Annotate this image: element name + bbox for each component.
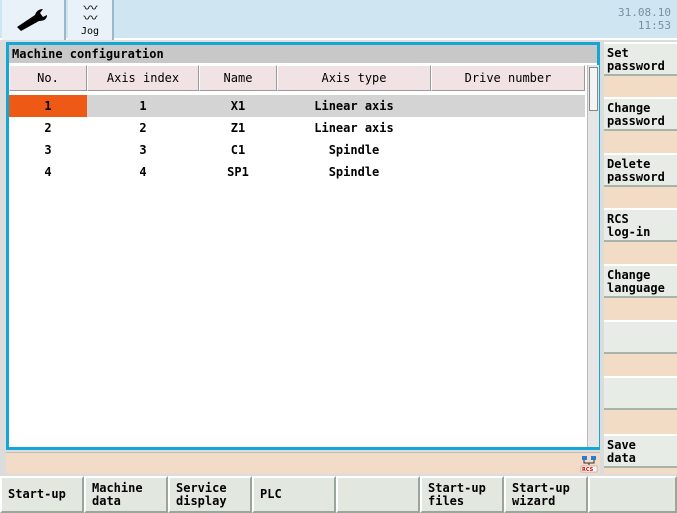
vertical-softkey-bar: Set password Change password Delete pass… — [604, 42, 677, 474]
column-header-name: Name — [199, 65, 277, 91]
machine-data-softkey[interactable]: Machine data — [84, 476, 168, 513]
cell-drive-number[interactable] — [431, 95, 585, 117]
scrollbar-thumb[interactable] — [589, 67, 598, 111]
cell-axis-index: 1 — [139, 99, 147, 113]
table-header: No. Axis index Name Axis type Drive numb… — [9, 65, 585, 91]
cell-axis-index: 4 — [139, 165, 147, 179]
delete-password-softkey[interactable]: Delete password — [604, 153, 677, 187]
vertical-scrollbar[interactable] — [587, 65, 599, 447]
softkey-label-line2: password — [607, 59, 665, 73]
empty-softkey-7[interactable] — [604, 376, 677, 410]
cell-axis-type: Spindle — [328, 165, 380, 179]
column-header-axis-index: Axis index — [87, 65, 199, 91]
plc-softkey[interactable]: PLC — [252, 476, 336, 513]
cell-no: 4 — [44, 165, 52, 179]
wrench-icon — [17, 9, 47, 31]
empty-horizontal-softkey[interactable] — [336, 476, 420, 513]
jog-mode-button[interactable]: 〰〰 Jog — [68, 0, 114, 40]
set-password-softkey[interactable]: Set password — [604, 42, 677, 76]
cell-axis-type: Linear axis — [314, 121, 394, 135]
service-display-softkey[interactable]: Service display — [168, 476, 252, 513]
jog-mode-label: Jog — [80, 25, 100, 37]
softkey-label-line2: password — [607, 114, 665, 128]
column-header-no: No. — [9, 65, 87, 91]
empty-softkey-6[interactable] — [604, 320, 677, 354]
top-bar: 〰〰 Jog 31.08.10 11:53 — [0, 0, 677, 40]
cell-axis-type: Linear axis — [314, 99, 394, 113]
softkey-label-line2: data — [607, 451, 636, 465]
cell-no: 1 — [9, 95, 87, 117]
table-row[interactable]: 3 3 C1 Spindle — [9, 139, 585, 161]
table-row[interactable]: 4 4 SP1 Spindle — [9, 161, 585, 183]
svg-text:RCS: RCS — [582, 467, 594, 473]
panel-title: Machine configuration — [9, 45, 597, 63]
cell-name: X1 — [230, 99, 246, 113]
softkey-label-line2: password — [607, 170, 665, 184]
save-data-softkey[interactable]: Save data — [604, 434, 677, 468]
jog-wave-icon: 〰〰 — [83, 0, 98, 27]
time-text: 11:53 — [637, 19, 671, 32]
date-text: 31.08.10 — [618, 6, 671, 19]
empty-horizontal-softkey-last[interactable] — [588, 476, 677, 513]
rcs-log-in-softkey[interactable]: RCS log-in — [604, 208, 677, 242]
column-header-axis-type: Axis type — [277, 65, 431, 91]
table-row[interactable]: 2 2 Z1 Linear axis — [9, 117, 585, 139]
softkey-label-line2: language — [607, 281, 665, 295]
cell-name: Z1 — [230, 121, 246, 135]
datetime: 31.08.10 11:53 — [618, 6, 671, 32]
table-row[interactable]: 1 1 X1 Linear axis — [9, 95, 585, 117]
column-header-drive-number: Drive number — [431, 65, 585, 91]
rcs-network-icon: RCS — [580, 456, 598, 473]
start-up-softkey[interactable]: Start-up — [0, 476, 84, 513]
cell-drive-number[interactable] — [431, 161, 585, 183]
cell-no: 3 — [44, 143, 52, 157]
wrench-button[interactable] — [2, 0, 66, 40]
cell-axis-index: 3 — [139, 143, 147, 157]
start-up-files-softkey[interactable]: Start-up files — [420, 476, 504, 513]
cell-axis-index: 2 — [139, 121, 147, 135]
cell-drive-number[interactable] — [431, 139, 585, 161]
change-language-softkey[interactable]: Change language — [604, 264, 677, 298]
change-password-softkey[interactable]: Change password — [604, 97, 677, 131]
horizontal-softkey-bar: Start-up Machine data Service display PL… — [0, 476, 677, 513]
softkey-label-line2: log-in — [607, 225, 651, 239]
axis-table: 1 1 X1 Linear axis 2 2 Z1 Linear axis 3 … — [9, 95, 585, 183]
cell-drive-number[interactable] — [431, 117, 585, 139]
cell-name: C1 — [230, 143, 246, 157]
machine-configuration-panel: Machine configuration No. Axis index Nam… — [6, 42, 600, 450]
cell-no: 2 — [44, 121, 52, 135]
cell-axis-type: Spindle — [328, 143, 380, 157]
cell-name: SP1 — [227, 165, 249, 179]
start-up-wizard-softkey[interactable]: Start-up wizard — [504, 476, 588, 513]
status-line: RCS — [6, 452, 600, 474]
